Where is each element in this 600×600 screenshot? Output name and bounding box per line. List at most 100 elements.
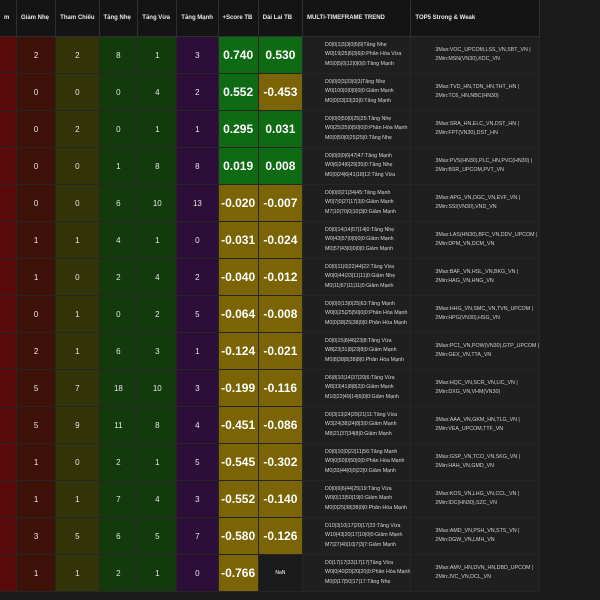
table-row[interactable]: 0 0 0 4 2 0.552 -0.453 D0|0|0|3|33|0|3|Tăng Nhẹ…	[0, 73, 600, 111]
cell-m	[0, 554, 17, 592]
cell-top5: 3Max:PVS(HN30),PLC_HN,PVC(HN30) | 2Min:BS…	[410, 147, 541, 185]
trend-line: M0|0|24|6|41|18|12:Tăng Vừa	[324, 171, 396, 178]
cell-tham-chieu: 0	[55, 147, 100, 185]
trend-line: W0|0|25|25|50|0|0:Phân Hóa Mạnh	[324, 310, 408, 317]
col-header-dai-lai[interactable]: Dài Lai TB	[258, 0, 303, 37]
cell-tang-manh: 3	[176, 36, 219, 74]
top5-line: 3Max:SRA_HN,ELC_VN,DST_HN |	[435, 120, 519, 127]
sector-trend-sheet: m Giảm Nhẹ Tham Chiếu Tăng Nhẹ Tăng Vừa …	[0, 0, 600, 600]
trend-line: M10|22|49|14|6|0|0:Giảm Mạnh	[324, 393, 399, 400]
cell-score: -0.451	[218, 406, 259, 444]
trend-line: M0|33|44|0|0|22|0:Giảm Mạnh	[324, 467, 396, 474]
col-header-tang-vua[interactable]: Tăng Vừa	[137, 0, 178, 37]
cell-tang-manh: 5	[176, 443, 219, 481]
cell-m	[0, 258, 17, 296]
cell-mtf-trend: D0|0|14|14|57|14|0:Tăng Nhẹ W0|43|57|0|0|…	[302, 221, 412, 259]
cell-dai-lai: -0.116	[258, 369, 303, 407]
top5-line: 2Min:DGW_VN,LMH_VN	[435, 537, 495, 543]
cell-tham-chieu: 1	[55, 332, 100, 370]
cell-dai-lai: -0.453	[258, 73, 303, 111]
top5-line: 2Min:VEA_UPCOM,TTF_VN	[435, 426, 504, 432]
cell-mtf-trend: D6|8|10|14|37|20|6:Tăng Vừa W8|33|41|8|8|…	[302, 369, 412, 407]
top5-line: 3Max:AMD_VN,PSH_VN,STS_VN |	[435, 527, 520, 534]
trend-line: W8|33|41|8|8|2|0:Giảm Mạnh	[324, 384, 394, 391]
cell-top5: 3Max:PC1_VN,POW(VN30),GTP_UPCOM | 2Min:GE…	[410, 332, 541, 370]
cell-mtf-trend: D0|0|11|0|22|44|22:Tăng Vừa W0|0|44|33|11…	[302, 258, 412, 296]
trend-line: D6|8|10|14|37|20|6:Tăng Vừa	[324, 374, 395, 381]
trend-line: M7|10|70|0|10|3|0:Giảm Mạnh	[324, 208, 396, 215]
cell-score: -0.545	[218, 443, 259, 481]
top5-line: 3Max:TVD_HN,TDN_HN,THT_HN |	[435, 83, 520, 90]
trend-line: M0|0|38|25|38|0|0:Phân Hóa Mạnh	[324, 319, 407, 326]
table-row[interactable]: 0 0 1 8 8 0.019 0.008 D0|0|0|0|6|47|47:Tăng Mạn…	[0, 147, 600, 185]
cell-dai-lai: -0.024	[258, 221, 303, 259]
cell-tang-vua: 4	[137, 73, 178, 111]
cell-top5: 3Max:LAS(HN30),BFC_VN,DDV_UPCOM | 2Min:DP…	[410, 221, 541, 259]
trend-line: M7|27|40|10|7|3|7:Giảm Mạnh	[324, 541, 396, 548]
cell-tang-manh: 1	[176, 332, 219, 370]
col-header-top5[interactable]: TOP5 Strong & Weak	[410, 0, 541, 37]
top5-line: 2Min:FPT(VN30),DST_HN	[435, 130, 498, 136]
cell-dai-lai: -0.012	[258, 258, 303, 296]
cell-dai-lai: -0.007	[258, 184, 303, 222]
cell-m	[0, 369, 17, 407]
col-header-score[interactable]: +Score TB	[218, 0, 259, 37]
table-row[interactable]: 0 1 0 2 5 -0.064 -0.008 D0|0|0|13|0|25|63:Tăng …	[0, 295, 600, 333]
cell-m	[0, 406, 17, 444]
table-row[interactable]: 0 2 0 1 1 0.295 0.031 D0|0|0|50|0|25|25:Tăng Nh…	[0, 110, 600, 148]
cell-mtf-trend: D10|3|10|17|20|17|23:Tăng Vừa W10|43|20|1…	[302, 517, 412, 555]
cell-top5: 3Max:TVD_HN,TDN_HN,THT_HN | 2Min:TC6_HN,N…	[410, 73, 541, 111]
table-row[interactable]: 1 0 2 1 5 -0.545 -0.302 D0|0|10|0|22|11|56:Tăng…	[0, 443, 600, 481]
cell-tang-nhe: 6	[99, 517, 139, 555]
top5-line: 2Min:DXG_VN,VHM(VN30)	[435, 389, 501, 395]
table-row[interactable]: 0 0 6 10 13 -0.020 -0.007 D0|0|0|21|34|45:Tăng …	[0, 184, 600, 222]
trend-line: D0|0|14|14|57|14|0:Tăng Nhẹ	[324, 226, 395, 233]
top5-line: 2Min:HAH_VN,GMD_VN	[435, 463, 494, 469]
top5-line: 2Min:HAG_VN,HNG_VN	[435, 278, 494, 284]
cell-tham-chieu: 0	[55, 258, 100, 296]
table-row[interactable]: 5 9 11 8 4 -0.451 -0.086 D0|3|13|24|29|21|11:Tă…	[0, 406, 600, 444]
table-row[interactable]: 1 0 2 4 2 -0.040 -0.012 D0|0|11|0|22|44|22:Tăng…	[0, 258, 600, 296]
table-body: 2 2 8 1 3 0.740 0.530 D0|0|1|3|3|0|6|9|Tăng Nhẹ…	[0, 36, 600, 592]
trend-line: D0|3|13|24|29|21|11:Tăng Vừa	[324, 411, 398, 418]
cell-dai-lai: NaN	[258, 554, 303, 592]
col-header-tham-chieu[interactable]: Tham Chiếu	[55, 0, 100, 37]
trend-line: D0|0|0|0|6|47|47:Tăng Mạnh	[324, 152, 392, 159]
cell-tang-manh: 4	[176, 406, 219, 444]
table-row[interactable]: 3 5 6 5 7 -0.580 -0.126 D10|3|10|17|20|17|23:Tă…	[0, 517, 600, 555]
trend-line: D0|0|10|0|22|11|56:Tăng Mạnh	[324, 448, 398, 455]
table-row[interactable]: 2 2 8 1 3 0.740 0.530 D0|0|1|3|3|0|6|9|Tăng Nhẹ…	[0, 36, 600, 74]
col-header-m[interactable]: m	[0, 0, 17, 37]
cell-tham-chieu: 0	[55, 184, 100, 222]
trend-line: D0|0|15|8|46|23|8:Tăng Vừa	[324, 337, 392, 344]
col-header-giam-nhe[interactable]: Giảm Nhẹ	[16, 0, 57, 37]
cell-m	[0, 332, 17, 370]
col-header-mtf-trend[interactable]: MULTI-TIMEFRAME TREND	[302, 0, 412, 37]
cell-top5: 3Max:BAF_VN,HSL_VN,BKG_VN | 2Min:HAG_VN,H…	[410, 258, 541, 296]
trend-line: D0|0|0|3|33|0|3|Tăng Nhẹ	[324, 78, 386, 85]
table-row[interactable]: 1 1 7 4 3 -0.552 -0.140 D0|0|6|6|44|25|19:Tăng …	[0, 480, 600, 518]
trend-line: M0|0|33|33|33|0:Tăng Mạnh	[324, 97, 392, 104]
top5-line: 2Min:TC6_HN,NBC(HN30)	[435, 93, 499, 99]
col-header-tang-nhe[interactable]: Tăng Nhẹ	[99, 0, 139, 37]
table-row[interactable]: 1 1 4 1 0 -0.031 -0.024 D0|0|14|14|57|14|0:Tăng…	[0, 221, 600, 259]
cell-mtf-trend: D0|0|0|21|34|45:Tăng Mạnh W0|7|0|27|17|3|…	[302, 184, 412, 222]
cell-score: -0.020	[218, 184, 259, 222]
cell-top5: 3Max:KOS_VN,LHG_VN,CCL_VN | 2Min:IDC(HN30…	[410, 480, 541, 518]
top5-line: 2Min:MSN(VN30),KDC_VN	[435, 56, 500, 62]
table-row[interactable]: 1 1 2 1 0 -0.766 NaN D0|17|17|33|17|17|Tăng Vừa…	[0, 554, 600, 592]
cell-tang-nhe: 7	[99, 480, 139, 518]
cell-tang-nhe: 0	[99, 73, 139, 111]
col-header-tang-manh[interactable]: Tăng Mạnh	[176, 0, 219, 37]
table-row[interactable]: 2 1 6 3 1 -0.124 -0.021 D0|0|15|8|46|23|8:Tăng …	[0, 332, 600, 370]
cell-mtf-trend: D0|3|13|24|29|21|11:Tăng Vừa W3|24|38|24|…	[302, 406, 412, 444]
cell-giam-nhe: 5	[16, 369, 57, 407]
top5-line: 3Max:LAS(HN30),BFC_VN,DDV_UPCOM |	[435, 231, 538, 238]
cell-tang-manh: 2	[176, 73, 219, 111]
top5-line: 2Min:GEX_VN,TTA_VN	[435, 352, 492, 358]
top5-line: 3Max:PVS(HN30),PLC_HN,PVC(HN30) |	[435, 157, 533, 164]
table-row[interactable]: 5 7 18 10 3 -0.199 -0.116 D6|8|10|14|37|20|6:Tă…	[0, 369, 600, 407]
trend-line: W0|0|50|0|50|0|0:Phân Hóa Mạnh	[324, 458, 405, 465]
top5-line: 3Max:APG_VN,OGC_VN,EVF_VN |	[435, 194, 521, 201]
cell-score: 0.019	[218, 147, 259, 185]
